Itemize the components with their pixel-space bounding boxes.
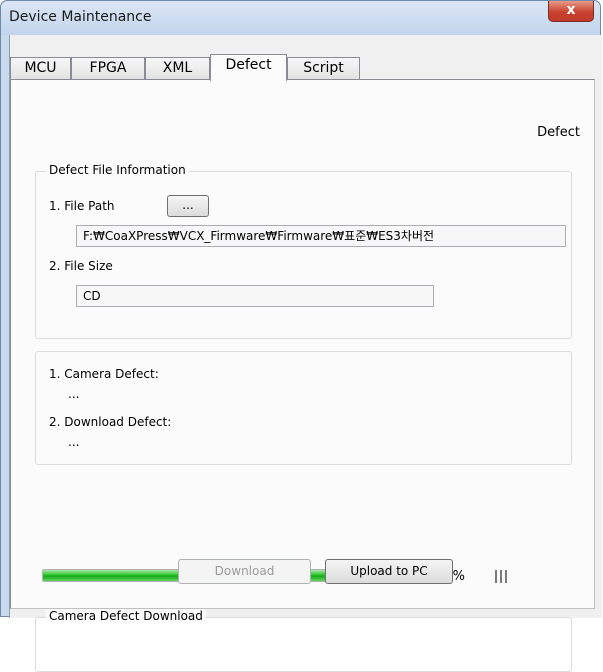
browse-button[interactable]: ... <box>167 195 209 217</box>
window-client-area: MCU FPGA XML Defect Script Defect Defect… <box>9 35 602 672</box>
download-defect-label: 2. Download Defect: <box>49 415 172 429</box>
tab-strip: MCU FPGA XML Defect Script <box>10 54 595 81</box>
tab-defect[interactable]: Defect <box>210 54 287 81</box>
group-label: Camera Defect Download <box>46 609 206 623</box>
defect-info-group: 1. Camera Defect: ... 2. Download Defect… <box>35 351 572 465</box>
close-icon: x <box>566 2 576 18</box>
page-heading: Defect <box>537 125 580 140</box>
download-defect-value: ... <box>68 435 80 449</box>
activity-indicator-icon <box>495 570 509 584</box>
file-size-label: 2. File Size <box>49 259 113 273</box>
tab-fpga[interactable]: FPGA <box>71 57 145 79</box>
camera-defect-download-group: Camera Defect Download <box>35 609 572 672</box>
tab-script[interactable]: Script <box>287 57 360 79</box>
tab-xml[interactable]: XML <box>145 57 210 79</box>
defect-file-information-group: Defect File Information 1. File Path ...… <box>35 163 572 339</box>
camera-defect-value: ... <box>68 387 80 401</box>
file-path-label: 1. File Path <box>49 199 115 213</box>
device-maintenance-window: Device Maintenance x MCU FPGA XML Defect… <box>0 0 602 672</box>
tab-mcu[interactable]: MCU <box>10 57 71 79</box>
group-label: Defect File Information <box>46 163 189 177</box>
file-size-field: CD <box>76 285 434 307</box>
window-title: Device Maintenance <box>9 9 152 25</box>
title-bar[interactable]: Device Maintenance x <box>1 1 600 35</box>
defect-tab-page: Defect Defect File Information 1. File P… <box>10 79 595 672</box>
close-button[interactable]: x <box>548 1 594 22</box>
file-path-field[interactable]: F:₩CoaXPress₩VCX_Firmware₩Firmware₩표준₩ES… <box>76 225 566 247</box>
download-button[interactable]: Download <box>178 559 311 584</box>
camera-defect-label: 1. Camera Defect: <box>49 367 159 381</box>
upload-to-pc-button[interactable]: Upload to PC <box>325 559 453 584</box>
